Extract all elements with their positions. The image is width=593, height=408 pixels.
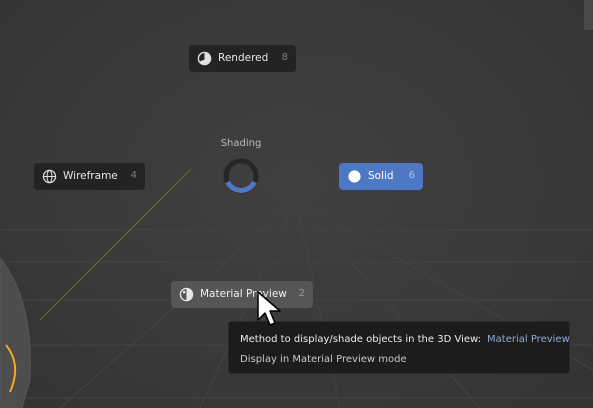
shortcut-key: 8 <box>281 52 288 63</box>
pie-item-rendered[interactable]: Rendered 8 <box>189 45 296 72</box>
y-axis-line <box>39 169 191 321</box>
rendered-shading-icon <box>197 51 212 66</box>
shortcut-key: 6 <box>408 170 415 181</box>
scene-object <box>0 257 31 408</box>
pie-item-wireframe[interactable]: Wireframe 4 <box>34 163 145 190</box>
pie-item-material-preview[interactable]: Material Preview 2 <box>171 281 313 308</box>
tooltip-title-line: Method to display/shade objects in the 3… <box>240 334 570 345</box>
gizmo-edge[interactable] <box>584 0 593 30</box>
pie-menu-title: Shading <box>220 138 262 149</box>
mouse-cursor-icon <box>257 291 281 326</box>
pie-item-label: Wireframe <box>63 170 118 182</box>
tooltip-title: Method to display/shade objects in the 3… <box>240 334 482 345</box>
pie-item-label: Rendered <box>218 52 269 64</box>
pie-item-solid[interactable]: Solid 6 <box>339 163 423 190</box>
wireframe-shading-icon <box>42 169 57 184</box>
material-preview-icon <box>179 287 194 302</box>
tooltip-value: Material Preview <box>487 334 570 345</box>
tooltip-description: Display in Material Preview mode <box>240 354 407 365</box>
3d-viewport[interactable]: Shading Rendered 8 Wireframe 4 Solid 6 M… <box>0 0 593 408</box>
pie-center-indicator <box>223 158 259 194</box>
pie-item-label: Solid <box>368 170 394 182</box>
shortcut-key: 2 <box>298 288 305 299</box>
solid-shading-icon <box>348 170 361 183</box>
shortcut-key: 4 <box>130 170 137 181</box>
